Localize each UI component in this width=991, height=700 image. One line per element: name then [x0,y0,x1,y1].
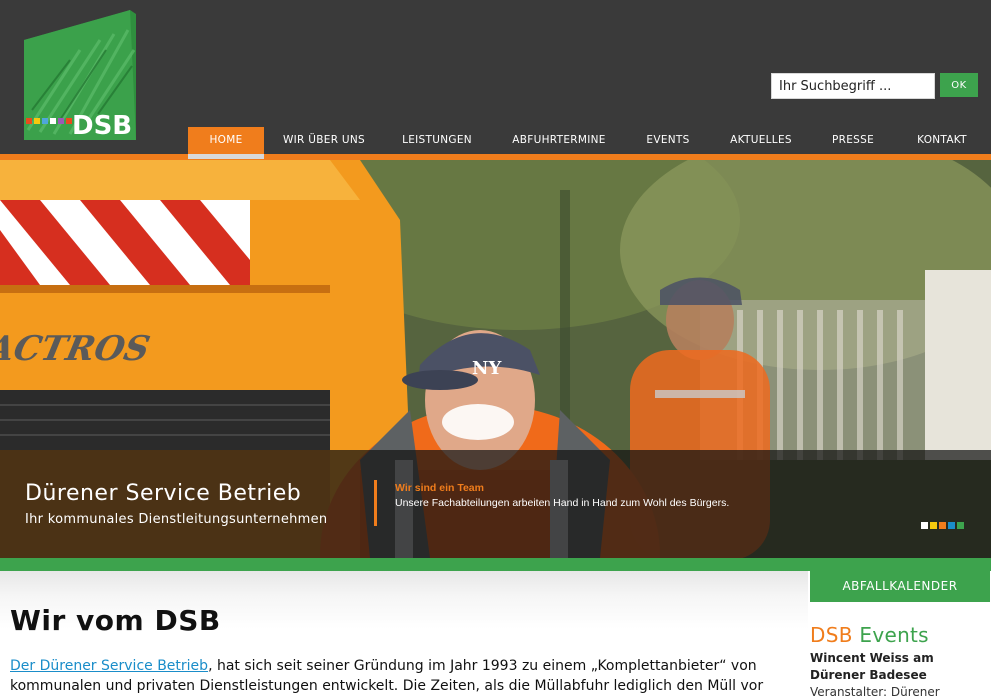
intro-link[interactable]: Der Dürener Service Betrieb [10,658,208,674]
hero-caption: Dürener Service Betrieb Ihr kommunales D… [0,450,991,558]
nav-item-kontakt[interactable]: KONTAKT [910,127,974,154]
main-nav: HOME WIR ÜBER UNS LEISTUNGEN ABFUHRTERMI… [188,127,991,154]
search-button[interactable]: OK [940,73,978,97]
svg-text:DSB: DSB [72,111,132,141]
caption-divider [374,480,377,526]
event-title[interactable]: Wincent Weiss am Dürener Badesee [810,650,988,684]
intro-paragraph: Der Dürener Service Betrieb, hat sich se… [10,657,800,696]
events-heading-events: Events [859,623,929,647]
sidebar: ABFALLKALENDER DSB Events Wincent Weiss … [808,571,991,700]
dsb-logo[interactable]: DSB [10,10,146,142]
nav-item-wir-ueber-uns[interactable]: WIR ÜBER UNS [276,127,372,154]
hero-subtitle: Ihr kommunales Dienstleitungsunternehmen [25,512,328,527]
truck-label: ACTROS [0,329,153,369]
hero-team-title: Wir sind ein Team [395,482,484,494]
slider-dot-4[interactable] [948,522,955,529]
hero-team-text: Unsere Fachabteilungen arbeiten Hand in … [395,497,730,509]
event-organizer: Veranstalter: Dürener [810,685,940,699]
search-input[interactable] [771,73,935,99]
hero-title: Dürener Service Betrieb [25,481,302,506]
site-header: DSB OK HOME WIR ÜBER UNS LEISTUNGEN ABFU… [0,0,991,160]
nav-item-aktuelles[interactable]: AKTUELLES [726,127,796,154]
slider-dot-2[interactable] [930,522,937,529]
green-divider [0,558,991,571]
nav-item-presse[interactable]: PRESSE [828,127,878,154]
nav-item-events[interactable]: EVENTS [640,127,696,154]
abfallkalender-button[interactable]: ABFALLKALENDER [810,571,990,602]
nav-active-indicator [188,154,264,159]
main-content: Wir vom DSB Der Dürener Service Betrieb,… [0,571,808,700]
page-title: Wir vom DSB [10,604,221,637]
nav-item-leistungen[interactable]: LEISTUNGEN [394,127,480,154]
events-heading-dsb: DSB [810,623,853,647]
events-heading: DSB Events [810,623,929,647]
slider-dot-1[interactable] [921,522,928,529]
nav-item-abfuhrtermine[interactable]: ABFUHRTERMINE [506,127,612,154]
nav-item-home[interactable]: HOME [188,127,264,154]
slider-dot-3[interactable] [939,522,946,529]
cap-logo: NY [472,358,502,379]
slider-dot-5[interactable] [957,522,964,529]
hero-slider[interactable]: ACTROS NY Dürener Service Betrieb Ihr ko… [0,160,991,558]
